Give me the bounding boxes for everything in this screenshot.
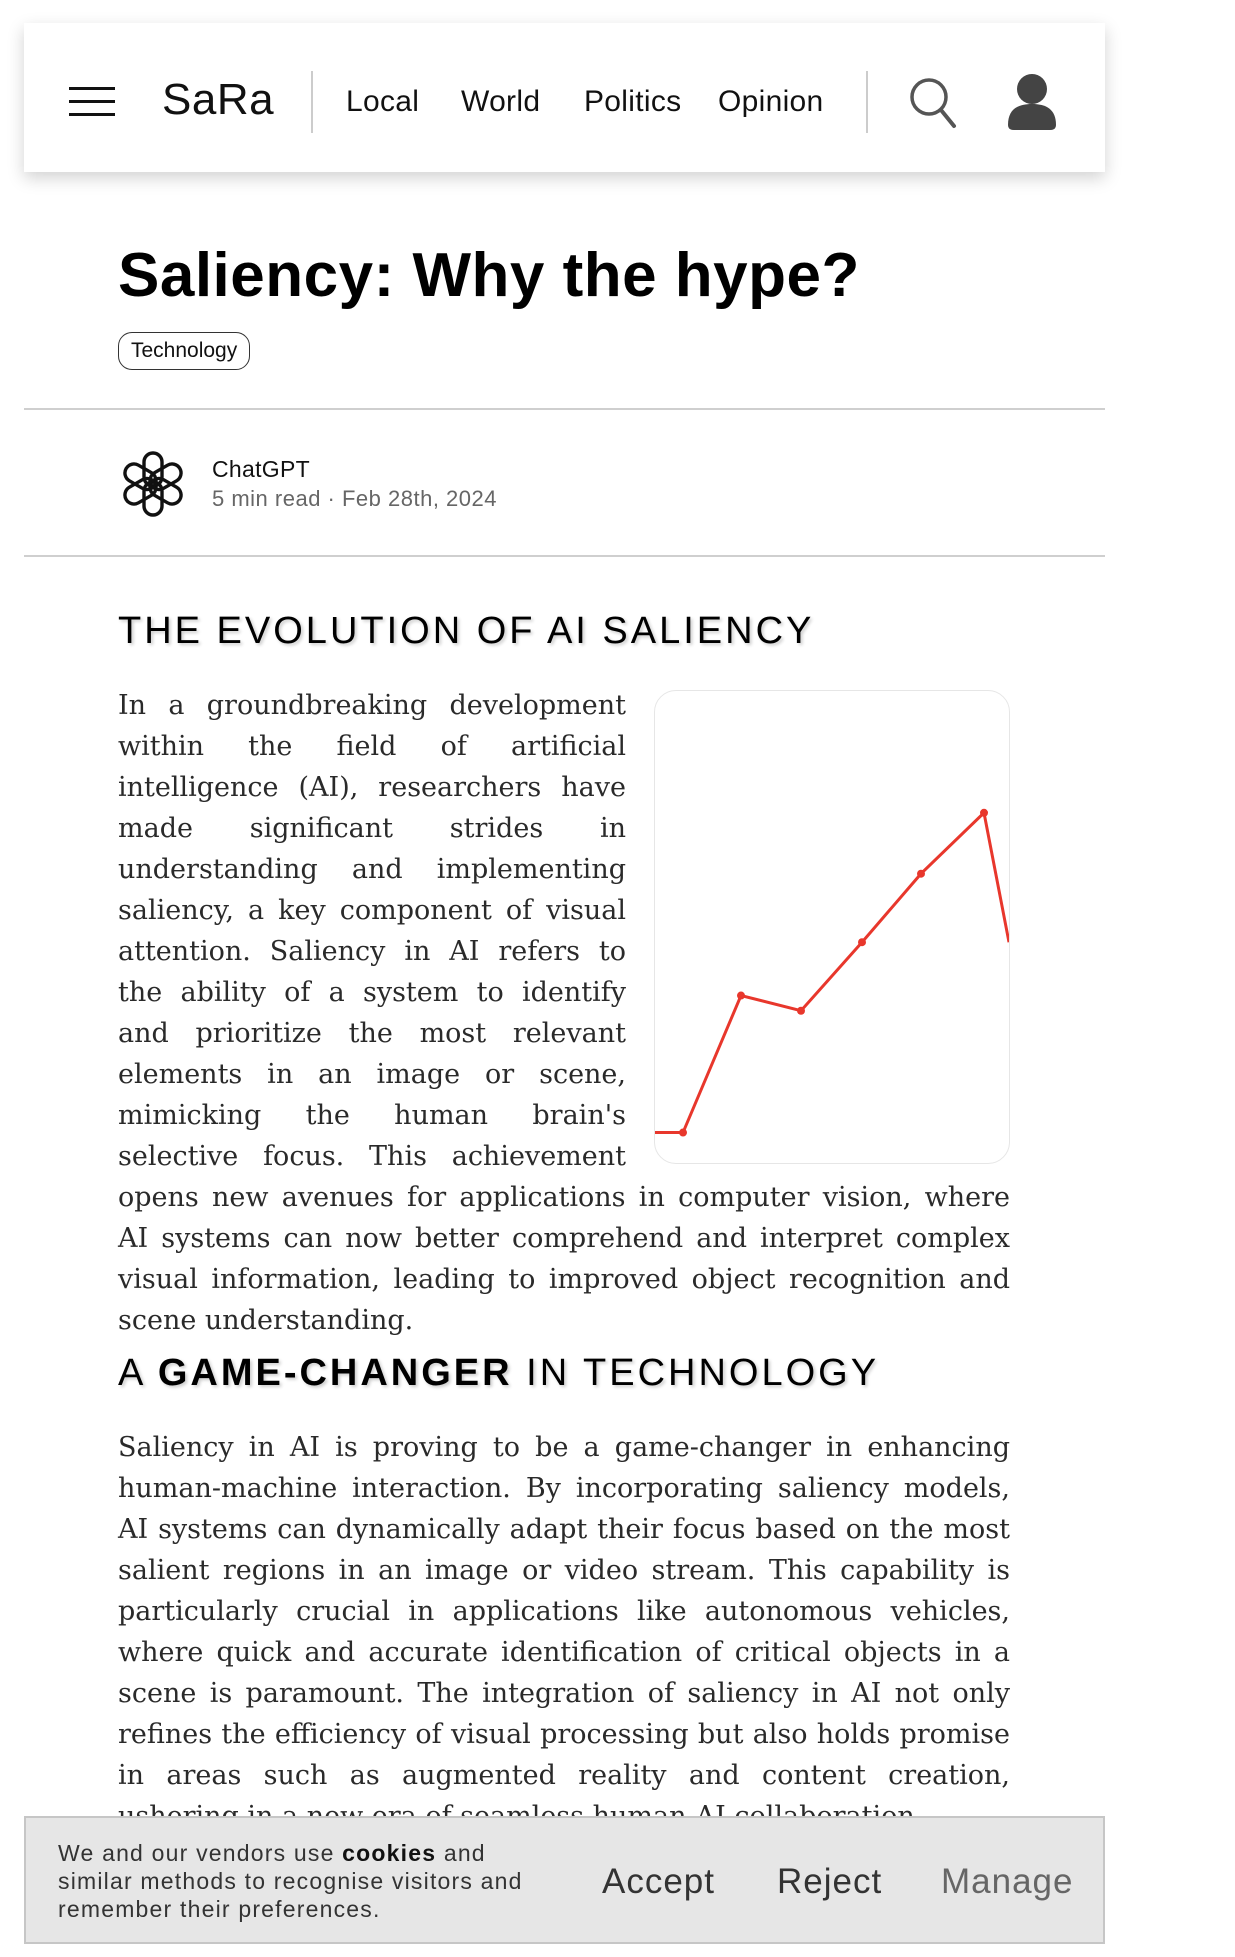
data-point bbox=[917, 869, 925, 878]
nav-divider bbox=[866, 71, 868, 133]
nav-link-opinion[interactable]: Opinion bbox=[718, 85, 824, 119]
nav-link-local[interactable]: Local bbox=[346, 85, 419, 119]
cookie-banner: We and our vendors use cookies and simil… bbox=[24, 1816, 1105, 1944]
line-chart bbox=[655, 808, 1009, 1137]
section-heading: A GAME-CHANGER IN TECHNOLOGY bbox=[118, 1352, 880, 1394]
chart bbox=[654, 690, 1010, 1164]
menu-icon[interactable] bbox=[69, 87, 115, 117]
series-line bbox=[655, 809, 1009, 1135]
user-icon[interactable] bbox=[1006, 73, 1058, 131]
divider bbox=[24, 555, 1105, 557]
article-paragraph: Saliency in AI is proving to be a game-c… bbox=[118, 1432, 1010, 1832]
brand-logo[interactable]: SaRa bbox=[162, 75, 274, 125]
cookie-message: We and our vendors use cookies and simil… bbox=[58, 1840, 523, 1922]
article-paragraph: In a groundbreaking development within t… bbox=[118, 690, 1010, 1336]
data-point bbox=[737, 991, 745, 1000]
manage-button[interactable]: Manage bbox=[941, 1862, 1073, 1902]
article-title: Saliency: Why the hype? bbox=[118, 241, 860, 310]
data-point bbox=[797, 1006, 805, 1015]
site-header: SaRa Local World Politics Opinion bbox=[24, 23, 1105, 172]
accept-button[interactable]: Accept bbox=[602, 1862, 715, 1902]
reject-button[interactable]: Reject bbox=[777, 1862, 882, 1902]
nav-link-world[interactable]: World bbox=[461, 85, 540, 119]
author-name[interactable]: ChatGPT bbox=[212, 456, 310, 483]
data-point bbox=[858, 938, 866, 947]
article-meta: 5 min read · Feb 28th, 2024 bbox=[212, 486, 497, 511]
divider bbox=[24, 408, 1105, 410]
data-point bbox=[980, 808, 988, 817]
data-point bbox=[679, 1128, 687, 1137]
chatgpt-logo-icon bbox=[123, 451, 183, 517]
category-tag[interactable]: Technology bbox=[118, 332, 251, 370]
section-heading: THE EVOLUTION OF AI SALIENCY bbox=[118, 610, 815, 652]
search-icon[interactable] bbox=[908, 75, 958, 131]
nav-divider bbox=[311, 71, 313, 133]
nav-link-politics[interactable]: Politics bbox=[584, 85, 681, 119]
